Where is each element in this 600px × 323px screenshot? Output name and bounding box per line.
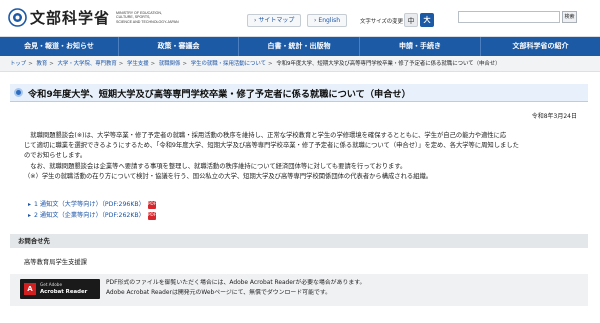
logo-english-text: MINISTRY OF EDUCATION, CULTURE, SPORTS, … (116, 11, 179, 24)
arrow-right-icon: › (314, 17, 317, 24)
contact-heading: お問合せ先 (10, 234, 588, 248)
body-paragraph: じて適切に職業を選択できるようにするため、「令和9年度大学、短期大学及び高等専門… (24, 142, 519, 150)
pdf-link-university[interactable]: 1 通知文（大学等向け）（PDF:296KB） (34, 199, 145, 210)
arrow-right-icon: ▸ (28, 201, 32, 208)
adobe-notice: A Get Adobe Acrobat Reader PDF形式のファイルを御覧… (10, 274, 588, 306)
title-bullet-icon (14, 88, 23, 97)
arrow-right-icon: › (254, 17, 257, 24)
breadcrumb-link[interactable]: 教育 (36, 61, 47, 67)
breadcrumb-current: 令和9年度大学、短期大学及び高等専門学校卒業・修了予定者に係る就職について（申合… (276, 61, 501, 67)
get-adobe-reader-button[interactable]: A Get Adobe Acrobat Reader (20, 279, 100, 299)
font-size-label: 文字サイズの変更 (360, 19, 403, 25)
logo-text: 文部科学省 (30, 9, 111, 27)
sitemap-button[interactable]: › サイトマップ (247, 14, 302, 27)
font-size-medium-button[interactable]: 中 (404, 13, 418, 27)
font-size-large-button[interactable]: 大 (420, 13, 434, 27)
site-logo[interactable]: 文部科学省 MINISTRY OF EDUCATION, CULTURE, SP… (8, 7, 179, 28)
body-paragraph: 就職問題懇談会(※)は、大学等卒業・修了予定者の就職・採用活動の秩序を維持し、正… (24, 132, 507, 139)
breadcrumb-link[interactable]: 就職関係 (159, 61, 181, 67)
nav-item-policy[interactable]: 政策・審議会 (119, 37, 239, 56)
breadcrumb: トップ > 教育 > 大学・大学院、専門教育 > 学生支援 > 就職関係 > 学生の就職・… (0, 56, 600, 72)
body-paragraph: なお、就職問題懇談会は企業等へ要請する事項を整理し、就職活動の秩序維持について経… (24, 162, 407, 170)
breadcrumb-link[interactable]: 学生の就職・採用活動について (191, 61, 266, 67)
nav-item-application[interactable]: 申請・手続き (360, 37, 481, 56)
list-item: ▸ 1 通知文（大学等向け）（PDF:296KB） PDF (28, 199, 156, 210)
body-paragraph: のでお知らせします。 (24, 152, 87, 160)
publish-date: 令和8年3月24日 (531, 113, 577, 120)
page-title-bar: 令和9年度大学、短期大学及び高等専門学校卒業・修了予定者に係る就職について（申合… (10, 84, 588, 102)
body-paragraph: （※）学生の就職活動の在り方について検討・協議を行う、国公私立の大学、短期大学及… (24, 172, 433, 180)
adobe-reader-label: Acrobat Reader (40, 289, 88, 295)
nav-item-whitepaper[interactable]: 白書・統計・出版物 (239, 37, 360, 56)
body-text: 就職問題懇談会(※)は、大学等卒業・修了予定者の就職・採用活動の秩序を維持し、正… (24, 131, 584, 182)
search-input[interactable] (458, 11, 560, 23)
arrow-right-icon: ▸ (28, 212, 32, 219)
nav-item-press[interactable]: 会見・報道・お知らせ (0, 37, 119, 56)
breadcrumb-link[interactable]: 学生支援 (127, 61, 149, 67)
pdf-icon: PDF (147, 211, 157, 220)
adobe-logo-icon: A (24, 283, 36, 295)
list-item: ▸ 2 通知文（企業等向け）（PDF:262KB） PDF (28, 210, 156, 221)
adobe-notice-text: PDF形式のファイルを御覧いただく場合には、Adobe Acrobat Read… (106, 280, 366, 296)
breadcrumb-link[interactable]: 大学・大学院、専門教育 (57, 61, 116, 67)
pdf-icon: PDF (147, 200, 157, 209)
document-link-list: ▸ 1 通知文（大学等向け）（PDF:296KB） PDF ▸ 2 通知文（企業… (28, 199, 156, 221)
pdf-link-company[interactable]: 2 通知文（企業等向け）（PDF:262KB） (34, 210, 145, 221)
site-header: 文部科学省 MINISTRY OF EDUCATION, CULTURE, SP… (0, 0, 600, 37)
page-title: 令和9年度大学、短期大学及び高等専門学校卒業・修了予定者に係る就職について（申合… (28, 88, 411, 100)
english-button[interactable]: › English (307, 14, 348, 27)
adobe-get-label: Get Adobe (40, 282, 63, 287)
breadcrumb-link[interactable]: トップ (10, 61, 26, 67)
nav-item-about[interactable]: 文部科学省の紹介 (481, 37, 600, 56)
global-nav: 会見・報道・お知らせ 政策・審議会 白書・統計・出版物 申請・手続き 文部科学省… (0, 37, 600, 56)
search-button[interactable]: 検索 (562, 11, 577, 23)
ministry-emblem-icon (8, 8, 27, 27)
contact-department: 高等教育局学生支援課 (24, 259, 87, 266)
